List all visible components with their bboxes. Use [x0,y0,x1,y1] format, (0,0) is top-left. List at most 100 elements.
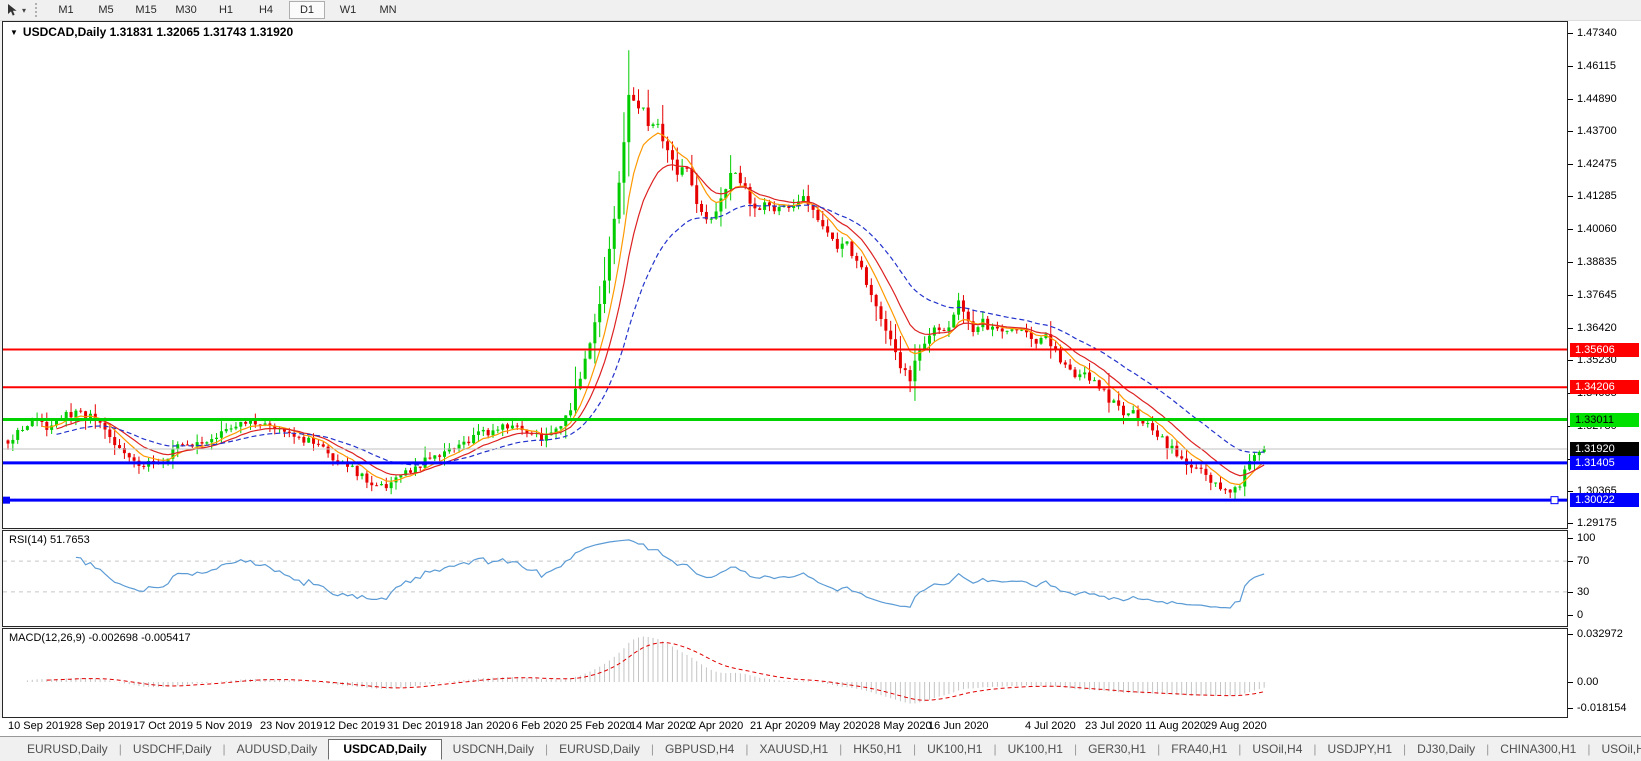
bull-candle [588,343,592,359]
chart-tab-usoil-h4[interactable]: USOil,H4 [1241,739,1313,759]
rsi-indicator-panel[interactable]: RSI(14) 51.7653 [2,530,1568,627]
chart-tab-ger30-h1[interactable]: GER30,H1 [1077,739,1157,759]
bear-candle [108,429,112,438]
timeframe-button-m5[interactable]: M5 [89,1,123,19]
bull-candle [379,484,383,486]
timeframe-button-m30[interactable]: M30 [169,1,203,19]
bear-candle [438,455,442,457]
bull-candle [462,441,466,445]
bear-candle [486,429,490,436]
bear-candle [864,267,868,285]
price-tick-mark [1568,359,1573,361]
time-axis[interactable]: 10 Sep 2019 28 Sep 2019 17 Oct 2019 5 Nov 2… [0,718,1641,736]
date-label: 9 May 2020 [810,720,868,732]
bull-candle [1126,413,1130,416]
timeframe-button-m1[interactable]: M1 [49,1,83,19]
candlestick-chart[interactable] [3,22,1567,528]
bull-candle [651,124,655,127]
price-tick-mark [1568,294,1573,296]
price-tick-label: 1.29175 [1577,517,1617,529]
macd-tick-mark [1568,634,1573,636]
bear-candle [942,330,946,332]
chart-tab-usdcad-daily[interactable]: USDCAD,Daily [328,738,442,760]
bull-candle [1112,400,1116,403]
price-axis[interactable]: 1.47340 1.46115 1.44890 1.43700 1.42475 1.412… [1568,21,1641,718]
bear-candle [331,453,335,461]
timeframe-button-h4[interactable]: H4 [249,1,283,19]
chart-tab-hk50-h1[interactable]: HK50,H1 [842,739,913,759]
chart-tab-usdchf-daily[interactable]: USDCHF,Daily [122,739,223,759]
bull-candle [1243,469,1247,487]
bear-candle [244,421,248,424]
collapse-triangle-icon[interactable]: ▼ [10,28,18,37]
bull-candle [845,241,849,244]
bear-candle [646,107,650,127]
timeframe-button-d1[interactable]: D1 [289,1,326,19]
line-drag-handle[interactable] [3,496,10,504]
dropdown-caret-icon[interactable]: ▾ [22,6,26,15]
date-label: 6 Feb 2020 [512,720,568,732]
chart-tab-usdcnh-daily[interactable]: USDCNH,Daily [442,739,545,759]
bull-candle [1010,329,1014,331]
chart-tab-uk100-h1[interactable]: UK100,H1 [916,739,993,759]
bull-candle [709,218,713,220]
bear-candle [1155,430,1159,437]
chart-tab-fra40-h1[interactable]: FRA40,H1 [1160,739,1238,759]
chart-tab-xauusd-h1[interactable]: XAUUSD,H1 [748,739,839,759]
chart-tab-audusd-daily[interactable]: AUDUSD,Daily [226,739,329,759]
bull-candle [612,218,616,249]
bull-candle [433,455,437,459]
macd-indicator-panel[interactable]: MACD(12,26,9) -0.002698 -0.005417 [2,628,1568,718]
bull-candle [205,442,209,444]
timeframe-button-mn[interactable]: MN [371,1,405,19]
chart-tab-uk100-h1[interactable]: UK100,H1 [997,739,1074,759]
date-label: 28 May 2020 [868,720,932,732]
bear-candle [181,444,185,446]
chart-tab-dj30-daily[interactable]: DJ30,Daily [1406,739,1486,759]
bear-candle [6,440,10,444]
bear-candle [1199,467,1203,469]
timeframe-button-m15[interactable]: M15 [129,1,163,19]
chart-tab-china300-h1[interactable]: CHINA300,H1 [1489,739,1587,759]
price-level-label: 1.30022 [1570,493,1639,508]
bull-candle [1146,423,1150,425]
timeframe-button-w1[interactable]: W1 [331,1,365,19]
chart-tab-usdjpy-h1[interactable]: USDJPY,H1 [1317,739,1403,759]
mt4-chart-window: ▾ M1 M5 M15 M30 H1 H4 D1 W1 MN ▼ USDCAD,Daily 1.3… [0,0,1641,761]
bear-candle [855,255,859,261]
bear-candle [816,209,820,221]
rsi-tick-mark [1568,591,1573,593]
bull-candle [496,429,500,431]
timeframe-button-h1[interactable]: H1 [209,1,243,19]
bull-candle [443,451,446,457]
line-drag-handle[interactable] [1550,496,1559,505]
date-label: 2 Apr 2020 [690,720,744,732]
price-tick-mark [1568,523,1573,524]
bull-candle [239,421,243,427]
price-chart-panel[interactable]: ▼ USDCAD,Daily 1.31831 1.32065 1.31743 1.… [2,21,1568,529]
bear-candle [1219,482,1222,490]
bear-candle [1151,423,1155,431]
bear-candle [326,446,330,454]
chart-tab-gbpusd-h4[interactable]: GBPUSD,H4 [654,739,745,759]
cursor-icon[interactable] [3,2,21,18]
bear-candle [821,220,825,227]
chart-tab-usoil-h1[interactable]: USOil,H1 [1590,739,1641,759]
chart-tab-eurusd-daily[interactable]: EURUSD,Daily [16,739,119,759]
price-tick-mark [1568,32,1573,34]
bull-candle [1214,482,1218,484]
bear-candle [898,352,902,369]
ma-line-fast [41,132,1265,486]
bear-candle [118,445,122,449]
bull-candle [249,420,252,424]
bull-candle [1131,410,1135,414]
macd-tick-mark [1568,708,1573,710]
bear-candle [889,330,893,340]
price-tick-mark [1568,229,1573,231]
toolbar-grip-handle[interactable] [35,3,41,17]
bull-candle [1005,330,1009,332]
bear-candle [1175,445,1179,457]
chart-tab-eurusd-daily[interactable]: EURUSD,Daily [548,739,651,759]
bull-candle [25,426,29,430]
rsi-tick-mark [1568,615,1573,616]
